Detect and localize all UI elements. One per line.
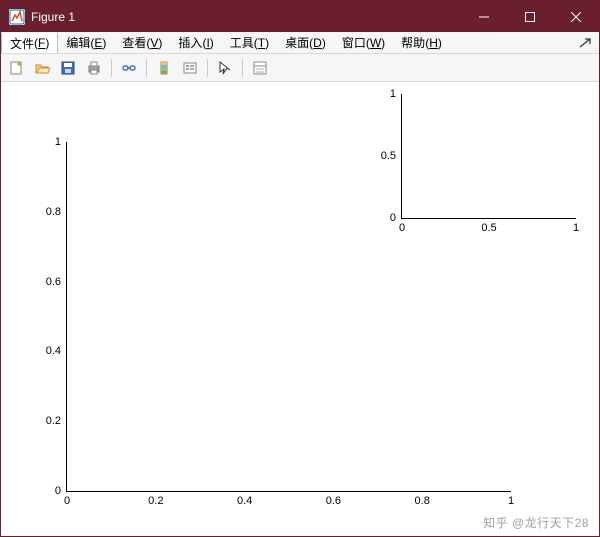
toolbar-separator [207, 59, 208, 77]
menu-edit[interactable]: 编辑(E) [58, 32, 114, 53]
x-tick-label: 0.8 [415, 491, 430, 507]
x-tick-label: 0 [64, 491, 70, 507]
menu-window-label: 窗口 [342, 34, 366, 51]
x-tick-label: 0 [399, 218, 405, 234]
menubar: 文件(F) 编辑(E) 查看(V) 插入(I) 工具(T) 桌面(D) 窗口(W… [1, 32, 599, 54]
minimize-button[interactable] [461, 1, 507, 32]
watermark: 知乎 @龙行天下28 [483, 514, 589, 531]
menu-view-label: 查看 [122, 34, 146, 51]
toolbar-separator [111, 59, 112, 77]
x-tick-label: 0.4 [237, 491, 252, 507]
property-inspector-button[interactable] [249, 57, 271, 79]
x-tick-label: 1 [508, 491, 514, 507]
toolbar [1, 54, 599, 82]
toolbar-separator [242, 59, 243, 77]
menu-view[interactable]: 查看(V) [114, 32, 170, 53]
toolbar-separator [146, 59, 147, 77]
menu-window[interactable]: 窗口(W) [334, 32, 393, 53]
y-tick-label: 0.2 [46, 415, 67, 427]
y-tick-label: 0.4 [46, 345, 67, 357]
y-tick-label: 0.8 [46, 206, 67, 218]
figure-window: Figure 1 文件(F) 编辑(E) 查看(V) 插入(I) 工具(T) 桌… [0, 0, 600, 537]
menu-tools[interactable]: 工具(T) [222, 32, 277, 53]
menu-help-label: 帮助 [401, 34, 425, 51]
menu-insert[interactable]: 插入(I) [170, 32, 221, 53]
menu-desktop-label: 桌面 [285, 34, 309, 51]
edit-plot-button[interactable] [214, 57, 236, 79]
menu-tools-label: 工具 [230, 34, 254, 51]
inset-axes[interactable]: 00.5100.51 [401, 94, 576, 219]
menu-file[interactable]: 文件(F) [1, 33, 58, 53]
titlebar[interactable]: Figure 1 [1, 1, 599, 32]
maximize-button[interactable] [507, 1, 553, 32]
y-tick-label: 0.5 [381, 150, 402, 162]
x-tick-label: 0.5 [481, 218, 496, 234]
new-figure-button[interactable] [5, 57, 27, 79]
print-button[interactable] [83, 57, 105, 79]
y-tick-label: 1 [390, 88, 402, 100]
menu-desktop[interactable]: 桌面(D) [277, 32, 334, 53]
close-button[interactable] [553, 1, 599, 32]
menu-insert-label: 插入 [178, 34, 202, 51]
save-button[interactable] [57, 57, 79, 79]
matlab-icon [9, 9, 25, 25]
insert-colorbar-button[interactable] [153, 57, 175, 79]
y-tick-label: 0.6 [46, 276, 67, 288]
insert-legend-button[interactable] [179, 57, 201, 79]
x-tick-label: 0.6 [326, 491, 341, 507]
y-tick-label: 1 [55, 136, 67, 148]
link-axes-button[interactable] [118, 57, 140, 79]
x-tick-label: 0.2 [148, 491, 163, 507]
figure-canvas[interactable]: 00.20.40.60.8100.20.40.60.81 00.5100.51 … [1, 82, 599, 536]
undock-button[interactable] [571, 32, 599, 53]
open-button[interactable] [31, 57, 53, 79]
menu-help[interactable]: 帮助(H) [393, 32, 450, 53]
menu-edit-label: 编辑 [66, 34, 90, 51]
window-title: Figure 1 [31, 10, 461, 24]
x-tick-label: 1 [573, 218, 579, 234]
menu-file-label: 文件 [10, 35, 34, 52]
